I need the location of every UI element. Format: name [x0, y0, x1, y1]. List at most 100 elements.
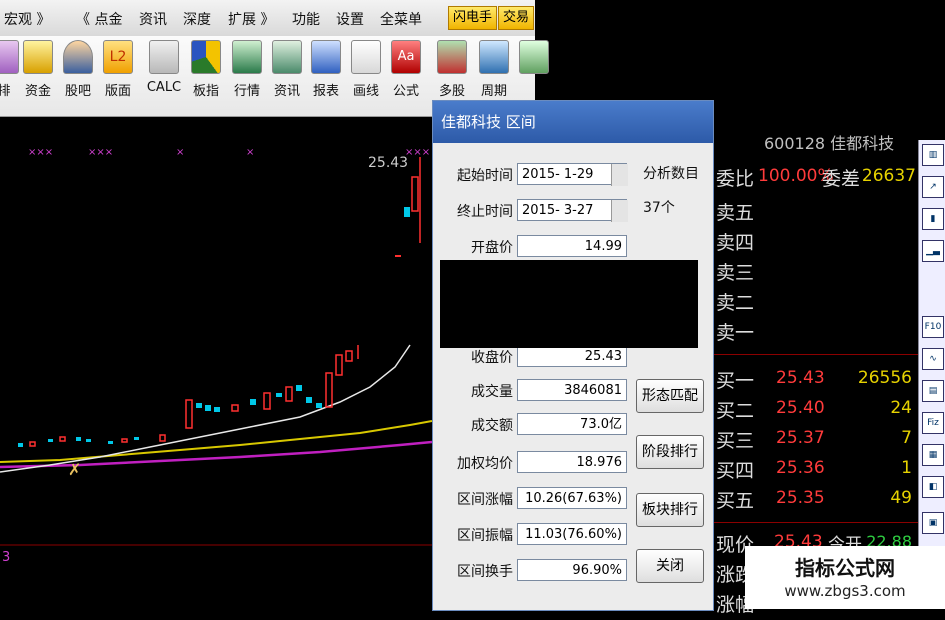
trend-icon[interactable]: ↗	[922, 176, 944, 198]
menu-macro[interactable]: 宏观 》	[4, 9, 50, 29]
toolbar-funds[interactable]: 资金	[18, 40, 58, 99]
table-icon[interactable]: ▦	[922, 444, 944, 466]
sector-rank-button[interactable]: 板块排行	[636, 493, 704, 527]
report-icon	[311, 40, 341, 74]
bar-icon[interactable]: ▤	[922, 380, 944, 402]
svg-text:×××: ×××	[405, 147, 430, 158]
toolbar-calc[interactable]: CALC	[144, 40, 184, 95]
sell-row: 卖一	[716, 318, 916, 348]
f10-icon[interactable]: F10	[922, 316, 944, 338]
buy-volume: 24	[890, 398, 912, 418]
toolbar-label: 画线	[352, 84, 379, 99]
note-icon[interactable]: ▣	[922, 512, 944, 534]
buy-volume: 1	[901, 458, 912, 478]
toolbar-label: 公式	[392, 84, 419, 99]
start-time-spinner[interactable]	[611, 164, 628, 186]
menu-settings[interactable]: 设置	[336, 9, 364, 29]
sell-label: 卖四	[716, 232, 755, 254]
toolbar-label: 周期	[480, 84, 507, 99]
start-time-label: 起始时间	[457, 168, 513, 184]
toolbar-multi[interactable]: 多股	[432, 40, 472, 99]
rise-field: 10.26(67.63%)	[517, 487, 627, 509]
buy-row: 买五 25.35 49	[716, 486, 916, 516]
toolbar-label: 股吧	[64, 84, 91, 99]
close-button[interactable]: 关闭	[636, 549, 704, 583]
interval-stats-dialog: 佳都科技 区间 起始时间 2015- 1-29 终止时间 2015- 3-27 …	[432, 100, 714, 611]
buy-row: 买四 25.36 1	[716, 456, 916, 486]
trade-button[interactable]: 交易	[498, 6, 535, 30]
period-icon	[479, 40, 509, 74]
kline-icon[interactable]: ▮	[922, 208, 944, 230]
chart-icon[interactable]: ▥	[922, 144, 944, 166]
buy-volume: 49	[890, 488, 912, 508]
menu-all[interactable]: 全菜单	[380, 9, 422, 29]
toolbar-layout[interactable]: L2 版面	[98, 40, 138, 99]
menu-extend[interactable]: 扩展 》	[228, 9, 274, 29]
toolbar-draw[interactable]: 画线	[346, 40, 386, 99]
turnover-label: 区间换手	[457, 564, 513, 580]
pattern-match-button[interactable]: 形态匹配	[636, 379, 704, 413]
fiz-icon[interactable]: Fiz	[922, 412, 944, 434]
sell-row: 卖四	[716, 228, 916, 258]
people-icon	[63, 40, 93, 74]
line-icon[interactable]: ∿	[922, 348, 944, 370]
buy-volume: 26556	[857, 368, 912, 388]
toolbar-label: 资金	[24, 84, 51, 99]
buy-label: 买四	[716, 460, 755, 482]
order-book-panel: 600128 佳都科技 委比 100.00% 委差 26637 卖五 卖四 卖三…	[712, 118, 918, 616]
stock-header: 600128 佳都科技	[764, 134, 895, 153]
price-label: 25.43	[368, 155, 408, 171]
weicha-value: 26637	[861, 166, 916, 186]
menu-news[interactable]: 资讯	[139, 9, 167, 29]
lock-icon[interactable]: ◧	[922, 476, 944, 498]
draw-line-icon	[351, 40, 381, 74]
end-time-label: 终止时间	[457, 204, 513, 220]
site-watermark: 指标公式网 www.zbgs3.com	[745, 546, 945, 609]
amplitude-field: 11.03(76.60%)	[517, 523, 627, 545]
toolbar-forum[interactable]: 股吧	[58, 40, 98, 99]
buy-label: 买二	[716, 400, 755, 422]
toolbar-quote[interactable]: 行情	[227, 40, 267, 99]
open-price-label: 开盘价	[471, 240, 513, 256]
candles	[18, 157, 421, 447]
news-icon	[272, 40, 302, 74]
svg-text:×: ×	[176, 147, 184, 158]
toolbar-index[interactable]: 板指	[186, 40, 226, 99]
tool-sidebar: ▥ ↗ ▮ ▁▃ F10 ∿ ▤ Fiz ▦ ◧ ▣	[918, 140, 945, 560]
kline-chart[interactable]: ××× ××× × × ××× ✗ 25.43 3	[0, 117, 432, 609]
flash-trade-button[interactable]: 闪电手	[448, 6, 498, 30]
toolbar-formula[interactable]: Aa 公式	[386, 40, 426, 99]
sell-row: 卖二	[716, 288, 916, 318]
rank-icon	[0, 40, 19, 74]
l2-icon: L2	[103, 40, 133, 74]
end-time-spinner[interactable]	[611, 200, 628, 222]
buy-price: 25.36	[776, 458, 825, 478]
sell-label: 卖一	[716, 322, 755, 344]
volume-icon[interactable]: ▁▃	[922, 240, 944, 262]
menu-depth[interactable]: 深度	[183, 9, 211, 29]
count-value: 37个	[643, 200, 675, 216]
count-label: 分析数目	[643, 166, 699, 182]
turnover-field: 96.90%	[517, 559, 627, 581]
volume-field: 3846081	[517, 379, 627, 401]
toolbar-news[interactable]: 资讯	[267, 40, 307, 99]
watermark-title: 指标公式网	[795, 556, 895, 580]
pie-chart-icon	[191, 40, 221, 74]
toolbar-report[interactable]: 报表	[306, 40, 346, 99]
buy-row: 买三 25.37 7	[716, 426, 916, 456]
svg-text:×××: ×××	[88, 147, 113, 158]
stage-rank-button[interactable]: 阶段排行	[636, 435, 704, 469]
toolbar-period[interactable]: 周期	[474, 40, 514, 99]
buy-label: 买三	[716, 430, 755, 452]
menu-dianjin[interactable]: 《 点金	[76, 9, 122, 29]
buy-row: 买一 25.43 26556	[716, 366, 916, 396]
toolbar-more[interactable]	[514, 40, 554, 74]
sell-label: 卖五	[716, 202, 755, 224]
redaction-block	[440, 260, 698, 348]
weibi-label: 委比	[716, 168, 755, 190]
menu-function[interactable]: 功能	[292, 9, 320, 29]
dialog-title-bar[interactable]: 佳都科技 区间	[433, 101, 713, 143]
buy-price: 25.40	[776, 398, 825, 418]
amount-field: 73.0亿	[517, 413, 627, 435]
close-price-field: 25.43	[517, 345, 627, 367]
